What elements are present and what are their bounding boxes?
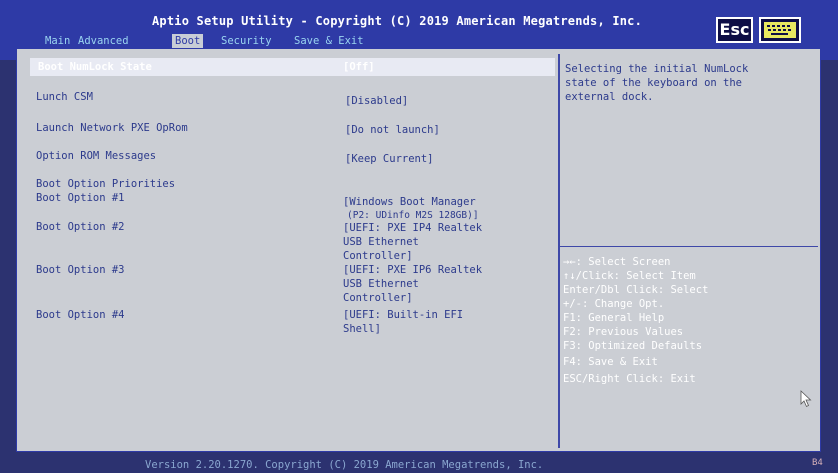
setting-label-boot-numlock[interactable]: Boot NumLock State <box>38 61 152 74</box>
esc-button[interactable]: Esc <box>716 17 753 43</box>
boot-option-2-label[interactable]: Boot Option #2 <box>36 221 125 234</box>
boot-option-2-value-line-1[interactable]: [UEFI: PXE IP4 Realtek <box>343 222 482 235</box>
help-divider <box>560 246 818 247</box>
key-help-line: Enter/Dbl Click: Select <box>563 284 709 296</box>
help-text-line-3: external dock. <box>565 91 654 103</box>
setting-value-lunch-csm[interactable]: [Disabled] <box>345 95 408 108</box>
setting-label-lunch-csm[interactable]: Lunch CSM <box>36 91 93 104</box>
boot-option-2-value-line-3[interactable]: Controller] <box>343 250 413 263</box>
boot-option-4-value-line-2[interactable]: Shell] <box>343 323 381 336</box>
key-help-line: F1: General Help <box>563 312 665 324</box>
boot-option-2-value-line-2[interactable]: USB Ethernet <box>343 236 419 249</box>
footer-corner-code: B4 <box>812 458 823 468</box>
column-divider <box>558 54 560 448</box>
key-help-line: +/-: Change Opt. <box>563 298 665 310</box>
keyboard-button[interactable] <box>759 17 801 43</box>
tab-advanced[interactable]: Advanced <box>75 34 132 49</box>
key-help-line: ↑↓/Click: Select Item <box>563 270 696 282</box>
boot-option-1-label[interactable]: Boot Option #1 <box>36 192 125 205</box>
mouse-cursor-icon <box>800 390 812 408</box>
setting-value-option-rom[interactable]: [Keep Current] <box>345 153 434 166</box>
tab-boot[interactable]: Boot <box>172 34 204 49</box>
help-text-line-1: Selecting the initial NumLock <box>565 63 749 75</box>
boot-option-4-label[interactable]: Boot Option #4 <box>36 309 125 322</box>
boot-option-1-value-line-2[interactable]: (P2: UDinfo M2S 128GB)] <box>347 209 479 222</box>
help-text-line-2: state of the keyboard on the <box>565 77 743 89</box>
tab-save-exit[interactable]: Save & Exit <box>291 34 367 49</box>
main-panel <box>16 48 821 452</box>
boot-option-1-value-line-1[interactable]: [Windows Boot Manager <box>343 196 476 209</box>
footer-version-text: Version 2.20.1270. Copyright (C) 2019 Am… <box>145 459 544 471</box>
setting-label-option-rom[interactable]: Option ROM Messages <box>36 150 156 163</box>
boot-option-3-value-line-1[interactable]: [UEFI: PXE IP6 Realtek <box>343 264 482 277</box>
app-title: Aptio Setup Utility - Copyright (C) 2019… <box>152 14 643 28</box>
boot-option-3-label[interactable]: Boot Option #3 <box>36 264 125 277</box>
key-help-line: F3: Optimized Defaults <box>563 340 703 352</box>
boot-option-3-value-line-2[interactable]: USB Ethernet <box>343 278 419 291</box>
key-help-line: F2: Previous Values <box>563 326 684 338</box>
setting-label-pxe-oprom[interactable]: Launch Network PXE OpRom <box>36 122 188 135</box>
boot-option-4-value-line-1[interactable]: [UEFI: Built-in EFI <box>343 309 463 322</box>
setting-value-boot-numlock[interactable]: [Off] <box>343 61 375 74</box>
boot-option-3-value-line-3[interactable]: Controller] <box>343 292 413 305</box>
key-help-line: F4: Save & Exit <box>563 356 658 368</box>
key-help-line: →←: Select Screen <box>563 256 671 268</box>
key-help-line: ESC/Right Click: Exit <box>563 373 696 385</box>
tab-main[interactable]: Main <box>42 34 73 49</box>
setting-value-pxe-oprom[interactable]: [Do not launch] <box>345 124 440 137</box>
tab-security[interactable]: Security <box>218 34 275 49</box>
boot-priorities-heading: Boot Option Priorities <box>36 178 176 190</box>
keyboard-icon <box>764 22 796 38</box>
